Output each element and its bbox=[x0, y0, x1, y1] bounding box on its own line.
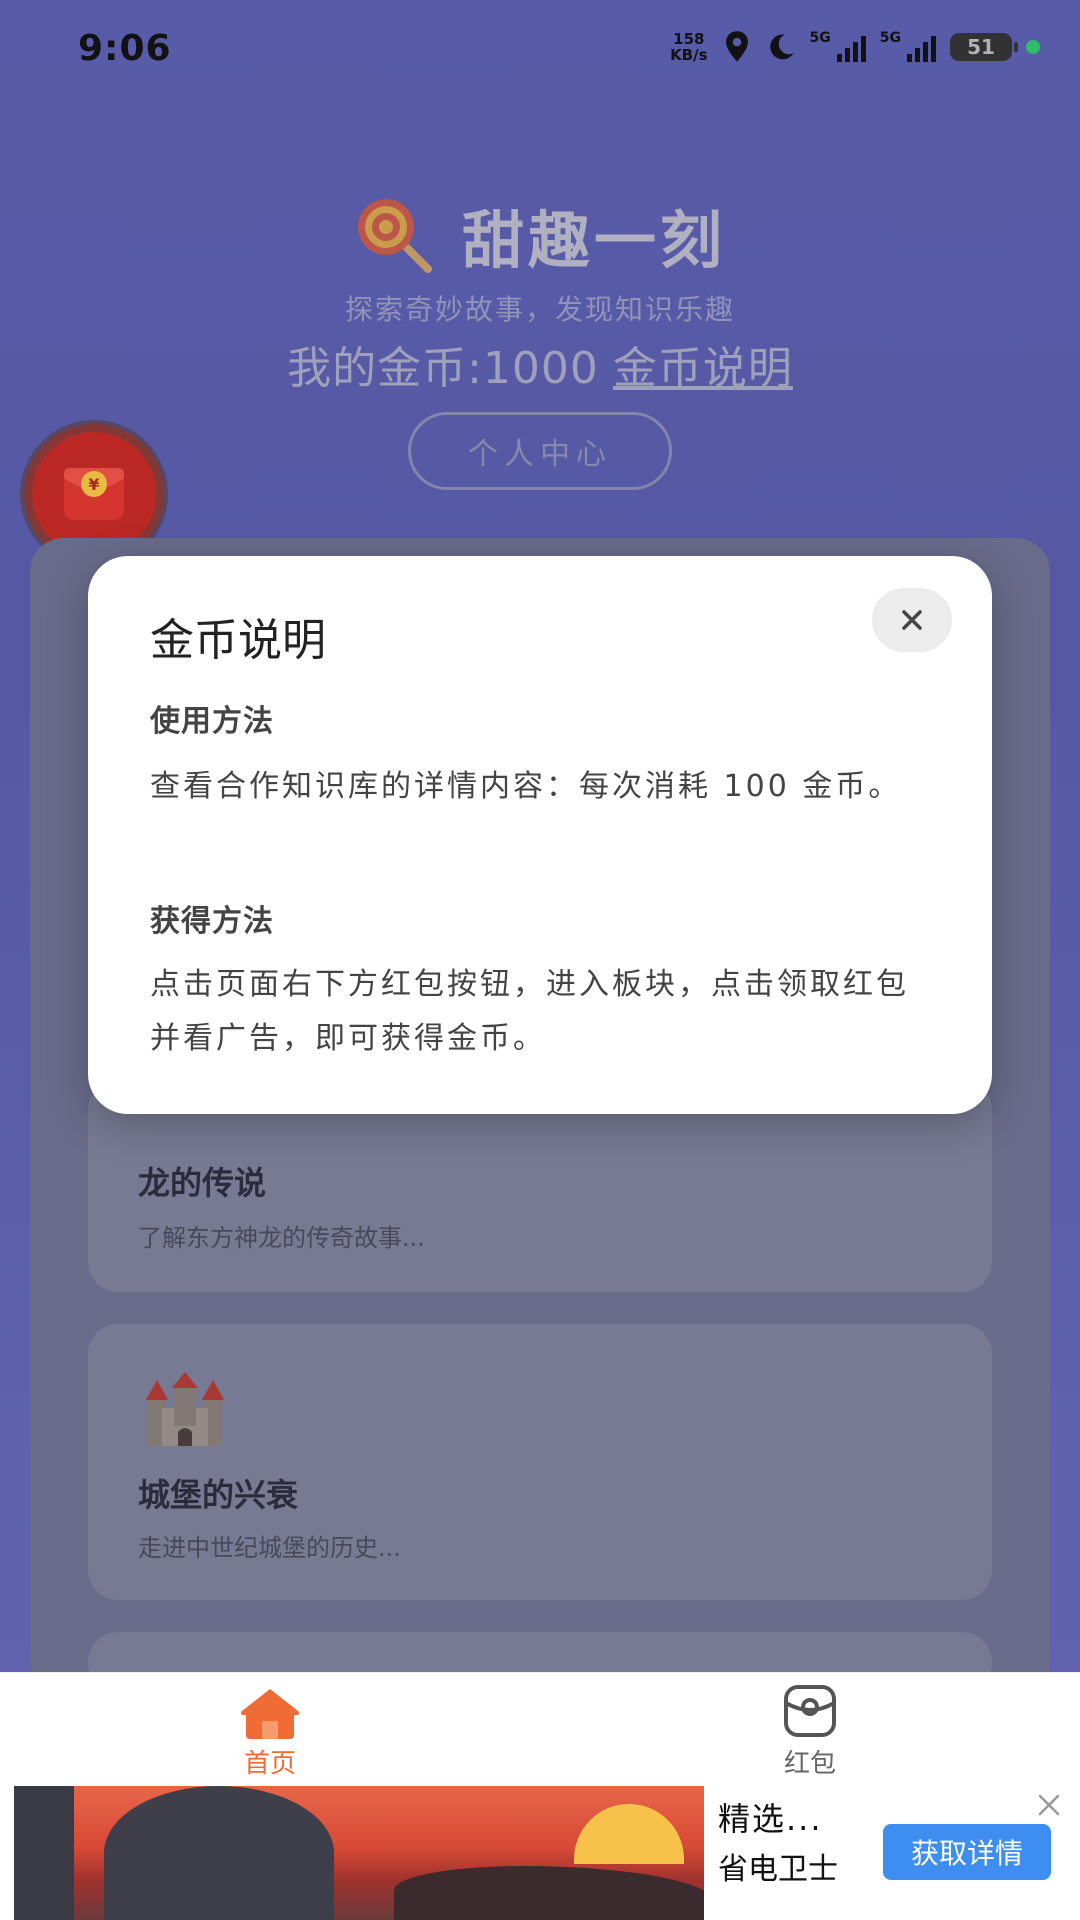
ad-title: 精选... bbox=[718, 1800, 823, 1838]
nav-redpacket[interactable]: 红包 bbox=[710, 1673, 910, 1785]
modal-title: 金币说明 bbox=[150, 615, 326, 666]
ad-cta-button[interactable]: 获取详情 bbox=[883, 1824, 1051, 1880]
nav-redpacket-label: 红包 bbox=[783, 1749, 836, 1779]
section-earn-title: 获得方法 bbox=[150, 904, 274, 939]
section-use-text: 查看合作知识库的详情内容：每次消耗 100 金币。 bbox=[150, 769, 902, 804]
redpacket-icon bbox=[784, 1685, 836, 1737]
home-icon bbox=[241, 1689, 299, 1739]
close-icon bbox=[902, 610, 922, 630]
section-use-title: 使用方法 bbox=[150, 704, 274, 739]
ad-image[interactable] bbox=[14, 1786, 704, 1920]
ad-banner[interactable]: 精选... 省电卫士 获取详情 bbox=[0, 1784, 1080, 1920]
nav-home[interactable]: 首页 bbox=[170, 1673, 370, 1785]
bottom-navigation: 首页 红包 bbox=[0, 1672, 1080, 1784]
modal-close-button[interactable] bbox=[872, 588, 952, 652]
nav-home-label: 首页 bbox=[243, 1749, 296, 1779]
section-earn-text: 点击页面右下方红包按钮，进入板块，点击领取红包并看广告，即可获得金币。 bbox=[150, 967, 909, 1056]
ad-brand: 省电卫士 bbox=[718, 1852, 838, 1887]
ad-close-icon[interactable] bbox=[1034, 1790, 1064, 1820]
